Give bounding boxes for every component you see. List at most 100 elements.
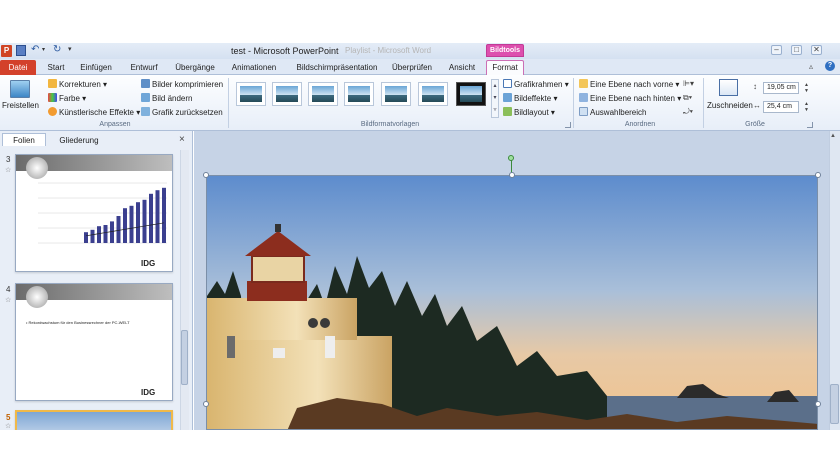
bildlayout-label: Bildlayout (514, 108, 549, 117)
slides-scrollbar-thumb[interactable] (181, 330, 188, 385)
bildformatvorlagen-launcher-icon[interactable] (565, 122, 571, 128)
idg-logo: IDG (141, 259, 156, 268)
chart-bar (129, 205, 134, 243)
scroll-up-icon[interactable]: ▲ (830, 133, 836, 139)
top-white-band (0, 0, 840, 43)
farbe-icon (48, 93, 57, 102)
kuenstlerische-effekte-button[interactable]: Künstlerische Effekte ▾ (48, 107, 140, 117)
group-separator (703, 78, 704, 128)
resize-handle-right[interactable] (815, 401, 821, 407)
bilder-komprimieren-button[interactable]: Bilder komprimieren (141, 79, 223, 89)
width-spinner[interactable]: ▲ ▼ (803, 101, 810, 113)
width-input[interactable]: 25,4 cm (763, 101, 799, 113)
slides-scrollbar[interactable] (180, 150, 189, 430)
auswahlbereich-button[interactable]: Auswahlbereich (579, 107, 646, 117)
chart-bar (110, 221, 114, 243)
tab-folien[interactable]: Folien (2, 133, 46, 146)
zuschneiden-icon (719, 79, 738, 96)
minimize-button[interactable]: – (771, 45, 782, 55)
bildeffekte-button[interactable]: Bildeffekte ▾ (503, 93, 557, 103)
ebene-nach-vorne-button[interactable]: Eine Ebene nach vorne ▾ (579, 79, 679, 89)
close-button[interactable]: ✕ (811, 45, 822, 55)
tab-datei[interactable]: Datei (0, 60, 36, 75)
picture-style-3[interactable] (308, 82, 338, 106)
context-header-bildtools: Bildtools (486, 44, 524, 57)
zuschneiden-button[interactable]: Zuschneiden (707, 101, 753, 110)
resize-handle-top-left[interactable] (203, 172, 209, 178)
slide-thumbnail-3[interactable]: IDG (15, 154, 173, 272)
tab-ueberpruefen[interactable]: Überprüfen (389, 61, 435, 75)
grafik-zuruecksetzen-button[interactable]: Grafik zurücksetzen (141, 107, 223, 117)
korrekturen-icon (48, 79, 57, 88)
save-icon[interactable] (16, 45, 26, 56)
farbe-label: Farbe (59, 94, 80, 103)
tab-bildschirmpraesentation[interactable]: Bildschirmpräsentation (290, 61, 384, 75)
chart-bar (142, 199, 147, 243)
tab-ansicht[interactable]: Ansicht (444, 61, 480, 75)
chart-bar (155, 190, 160, 243)
slide-thumbnail-4[interactable]: • Rekordwachstum für den Businessrechner… (15, 283, 173, 401)
customize-quick-access-icon[interactable]: ▾ (68, 45, 72, 53)
picture-style-1[interactable] (236, 82, 266, 106)
lighthouse-photo[interactable] (206, 175, 818, 430)
picture-style-5[interactable] (381, 82, 411, 106)
maximize-button[interactable]: □ (791, 45, 802, 55)
komprimieren-icon (141, 79, 150, 88)
ebene-vorne-label: Eine Ebene nach vorne (590, 80, 674, 89)
ghost-window-title: Playlist - Microsoft Word (345, 46, 432, 55)
undo-icon[interactable]: ↶ (31, 44, 39, 55)
tab-entwurf[interactable]: Entwurf (125, 61, 163, 75)
tab-gliederung[interactable]: Gliederung (49, 134, 109, 147)
farbe-button[interactable]: Farbe ▾ (48, 93, 86, 103)
tab-format[interactable]: Format (486, 60, 524, 76)
korrekturen-label: Korrekturen (59, 80, 101, 89)
slide-transition-icon: ☆ (5, 167, 12, 174)
bild-aendern-button[interactable]: Bild ändern (141, 93, 192, 103)
help-icon[interactable]: ? (825, 61, 835, 71)
repeat-icon[interactable]: ↻ (53, 44, 61, 55)
chart-bar (90, 229, 95, 243)
bildeffekte-label: Bildeffekte (514, 94, 552, 103)
freistellen-button[interactable]: Freistellen (2, 101, 39, 110)
picture-style-7[interactable] (456, 82, 486, 106)
rotate-icon[interactable]: ⤾▾ (683, 107, 693, 117)
ebene-hinten-label: Eine Ebene nach hinten (590, 94, 675, 103)
bildeffekte-icon (503, 93, 512, 102)
rotation-handle[interactable] (508, 155, 514, 161)
bullet-text: Rekordwachstum für den Businessrechner d… (28, 320, 130, 325)
bild-aendern-label: Bild ändern (152, 94, 193, 103)
groesse-launcher-icon[interactable] (807, 122, 813, 128)
grafikrahmen-button[interactable]: Grafikrahmen ▾ (503, 79, 569, 89)
undo-dropdown-icon[interactable]: ▾ (42, 46, 45, 53)
canvas-scrollbar-thumb[interactable] (830, 384, 839, 424)
globe-icon (26, 286, 48, 308)
powerpoint-logo-icon[interactable]: P (1, 45, 12, 57)
tab-start[interactable]: Start (42, 61, 70, 75)
tab-einfuegen[interactable]: Einfügen (76, 61, 116, 75)
bar-chart-thumbnail (38, 182, 167, 244)
close-pane-icon[interactable]: × (179, 134, 185, 145)
align-icon[interactable]: ⊫▾ (683, 79, 694, 88)
tab-uebergaenge[interactable]: Übergänge (172, 61, 218, 75)
korrekturen-button[interactable]: Korrekturen ▾ (48, 79, 107, 89)
ebene-nach-hinten-button[interactable]: Eine Ebene nach hinten ▾ (579, 93, 681, 103)
kuenstlerische-effekte-label: Künstlerische Effekte (59, 108, 135, 117)
picture-style-6[interactable] (418, 82, 448, 106)
gallery-scroll[interactable]: ▴ ▾ ▿ (491, 79, 499, 118)
tab-animationen[interactable]: Animationen (227, 61, 281, 75)
group-label-anpassen: Anpassen (99, 121, 131, 128)
picture-style-4[interactable] (344, 82, 374, 106)
zuruecksetzen-label: Grafik zurücksetzen (152, 108, 223, 117)
height-spinner[interactable]: ▲ ▼ (803, 82, 810, 94)
group-label-groesse: Größe (745, 121, 765, 128)
group-objects-icon[interactable]: ⧉▾ (683, 93, 692, 103)
minimize-ribbon-icon[interactable]: ▵ (809, 62, 813, 71)
resize-handle-top[interactable] (509, 172, 515, 178)
resize-handle-top-right[interactable] (815, 172, 821, 178)
kuenstlerische-effekte-icon (48, 107, 57, 116)
freistellen-icon (10, 80, 30, 98)
bildlayout-button[interactable]: Bildlayout ▾ (503, 107, 555, 117)
picture-style-2[interactable] (272, 82, 302, 106)
resize-handle-left[interactable] (203, 401, 209, 407)
height-input[interactable]: 19,05 cm (763, 82, 799, 94)
